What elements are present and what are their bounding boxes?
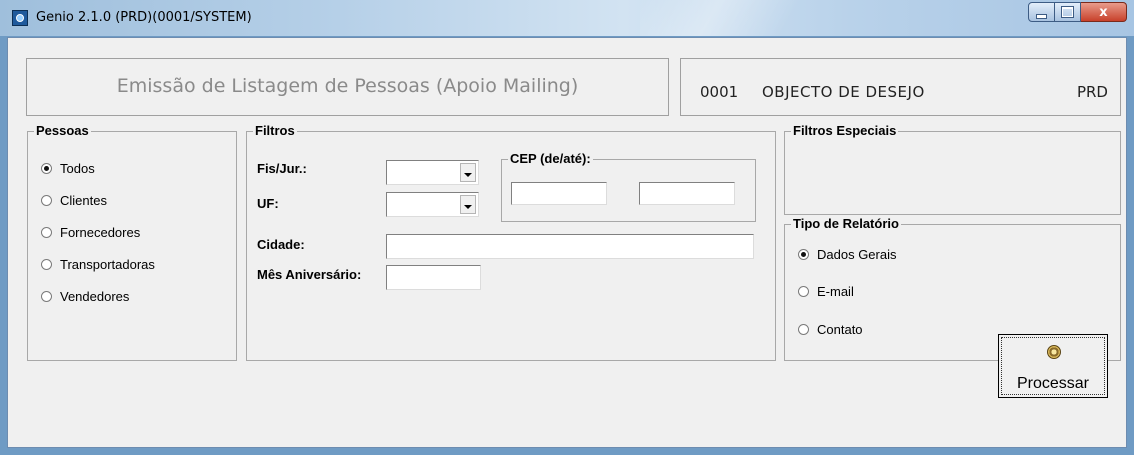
window-title: Genio 2.1.0 (PRD)(0001/SYSTEM) xyxy=(36,10,252,25)
radio-clientes[interactable]: Clientes xyxy=(41,193,107,208)
radio-label: Contato xyxy=(817,322,863,337)
minimize-icon xyxy=(1036,13,1047,19)
maximize-icon xyxy=(1061,6,1074,18)
chevron-down-icon[interactable] xyxy=(460,163,476,182)
company-panel: 0001 OBJECTO DE DESEJO PRD xyxy=(680,58,1121,116)
radio-transportadoras[interactable]: Transportadoras xyxy=(41,257,155,272)
radio-email[interactable]: E-mail xyxy=(798,284,854,299)
minimize-button[interactable] xyxy=(1028,2,1055,22)
radio-dot[interactable] xyxy=(798,249,809,260)
radio-fornecedores[interactable]: Fornecedores xyxy=(41,225,140,240)
radio-label: Fornecedores xyxy=(60,225,141,240)
radio-label: Dados Gerais xyxy=(817,247,897,262)
radio-dot[interactable] xyxy=(798,286,809,297)
report-title-panel: Emissão de Listagem de Pessoas (Apoio Ma… xyxy=(26,58,669,116)
uf-select[interactable] xyxy=(386,192,479,217)
radio-dot[interactable] xyxy=(41,291,52,302)
pessoas-group: Pessoas Todos Clientes Fornecedores Tran… xyxy=(27,123,237,361)
company-name: OBJECTO DE DESEJO xyxy=(762,83,925,101)
maximize-button[interactable] xyxy=(1055,2,1081,22)
radio-label: Vendedores xyxy=(60,289,130,304)
processar-button[interactable]: Processar xyxy=(998,334,1108,398)
mes-aniversario-label: Mês Aniversário: xyxy=(257,267,362,282)
radio-dot[interactable] xyxy=(41,227,52,238)
uf-label: UF: xyxy=(257,196,279,211)
radio-label: Todos xyxy=(60,161,95,176)
close-button[interactable]: x xyxy=(1081,2,1127,22)
filtros-especiais-group: Filtros Especiais xyxy=(784,123,1121,215)
fis-jur-select[interactable] xyxy=(386,160,479,185)
window-client-area: Emissão de Listagem de Pessoas (Apoio Ma… xyxy=(7,37,1127,448)
radio-label: Transportadoras xyxy=(60,257,155,272)
cep-from-input[interactable] xyxy=(511,182,607,205)
radio-vendedores[interactable]: Vendedores xyxy=(41,289,129,304)
environment-label: PRD xyxy=(1076,83,1108,101)
pessoas-legend: Pessoas xyxy=(34,123,91,138)
radio-dot[interactable] xyxy=(41,163,52,174)
tipo-relatorio-legend: Tipo de Relatório xyxy=(791,216,901,231)
report-title: Emissão de Listagem de Pessoas (Apoio Ma… xyxy=(116,75,579,97)
filtros-especiais-legend: Filtros Especiais xyxy=(791,123,899,138)
radio-dot[interactable] xyxy=(41,195,52,206)
fis-jur-label: Fis/Jur.: xyxy=(257,161,307,176)
processar-label: Processar xyxy=(1016,375,1090,392)
cep-to-input[interactable] xyxy=(639,182,735,205)
gear-icon xyxy=(1047,345,1061,359)
filtros-legend: Filtros xyxy=(253,123,297,138)
filtros-group: Filtros Fis/Jur.: UF: CEP (de/até): Cida… xyxy=(246,123,776,361)
radio-todos[interactable]: Todos xyxy=(41,161,95,176)
window-controls: x xyxy=(1028,2,1127,22)
radio-dot[interactable] xyxy=(41,259,52,270)
chevron-down-icon[interactable] xyxy=(460,195,476,214)
mes-aniversario-input[interactable] xyxy=(386,265,481,290)
company-code: 0001 xyxy=(700,83,739,101)
title-bar: Genio 2.1.0 (PRD)(0001/SYSTEM) x xyxy=(0,0,1134,36)
radio-label: E-mail xyxy=(817,284,854,299)
cep-legend: CEP (de/até): xyxy=(508,151,593,166)
radio-contato[interactable]: Contato xyxy=(798,322,863,337)
radio-dot[interactable] xyxy=(798,324,809,335)
cidade-label: Cidade: xyxy=(257,237,305,252)
radio-label: Clientes xyxy=(60,193,107,208)
cep-group: CEP (de/até): xyxy=(501,151,756,222)
radio-dados-gerais[interactable]: Dados Gerais xyxy=(798,247,896,262)
cidade-input[interactable] xyxy=(386,234,754,259)
app-icon[interactable] xyxy=(12,10,28,26)
close-icon: x xyxy=(1099,4,1108,20)
